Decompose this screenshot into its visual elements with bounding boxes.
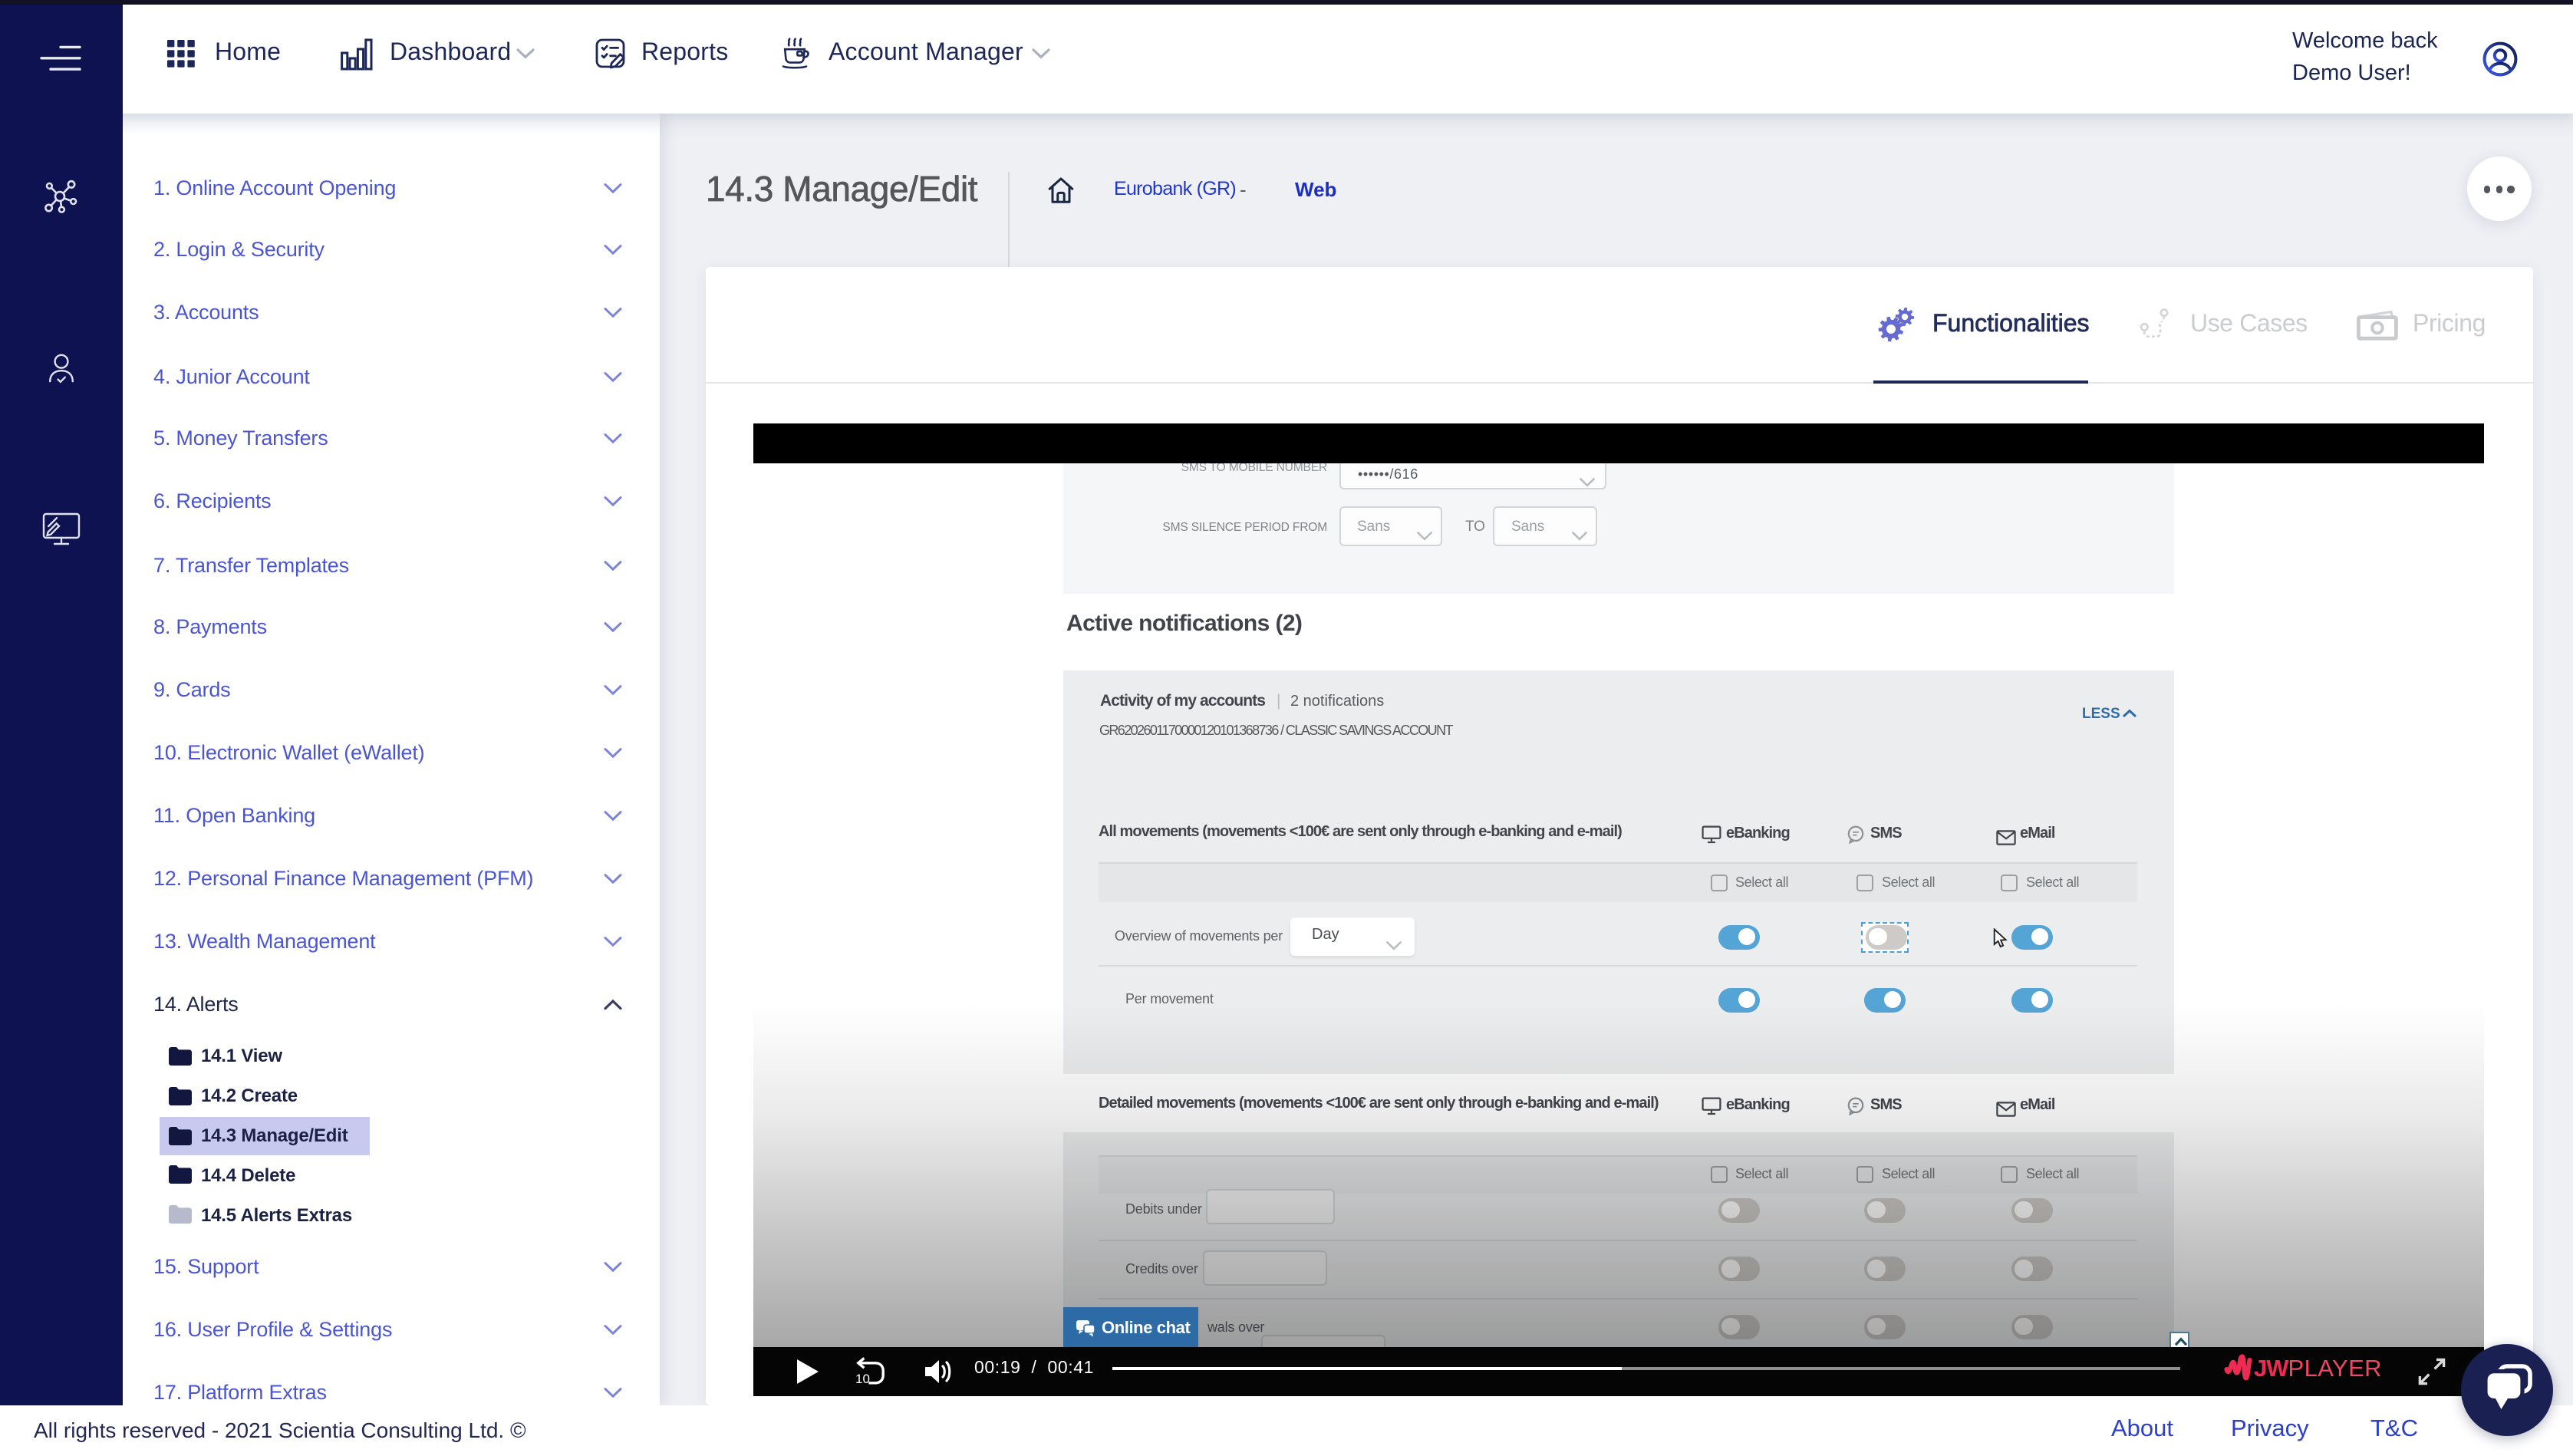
svg-text:10: 10 [855, 1372, 870, 1385]
